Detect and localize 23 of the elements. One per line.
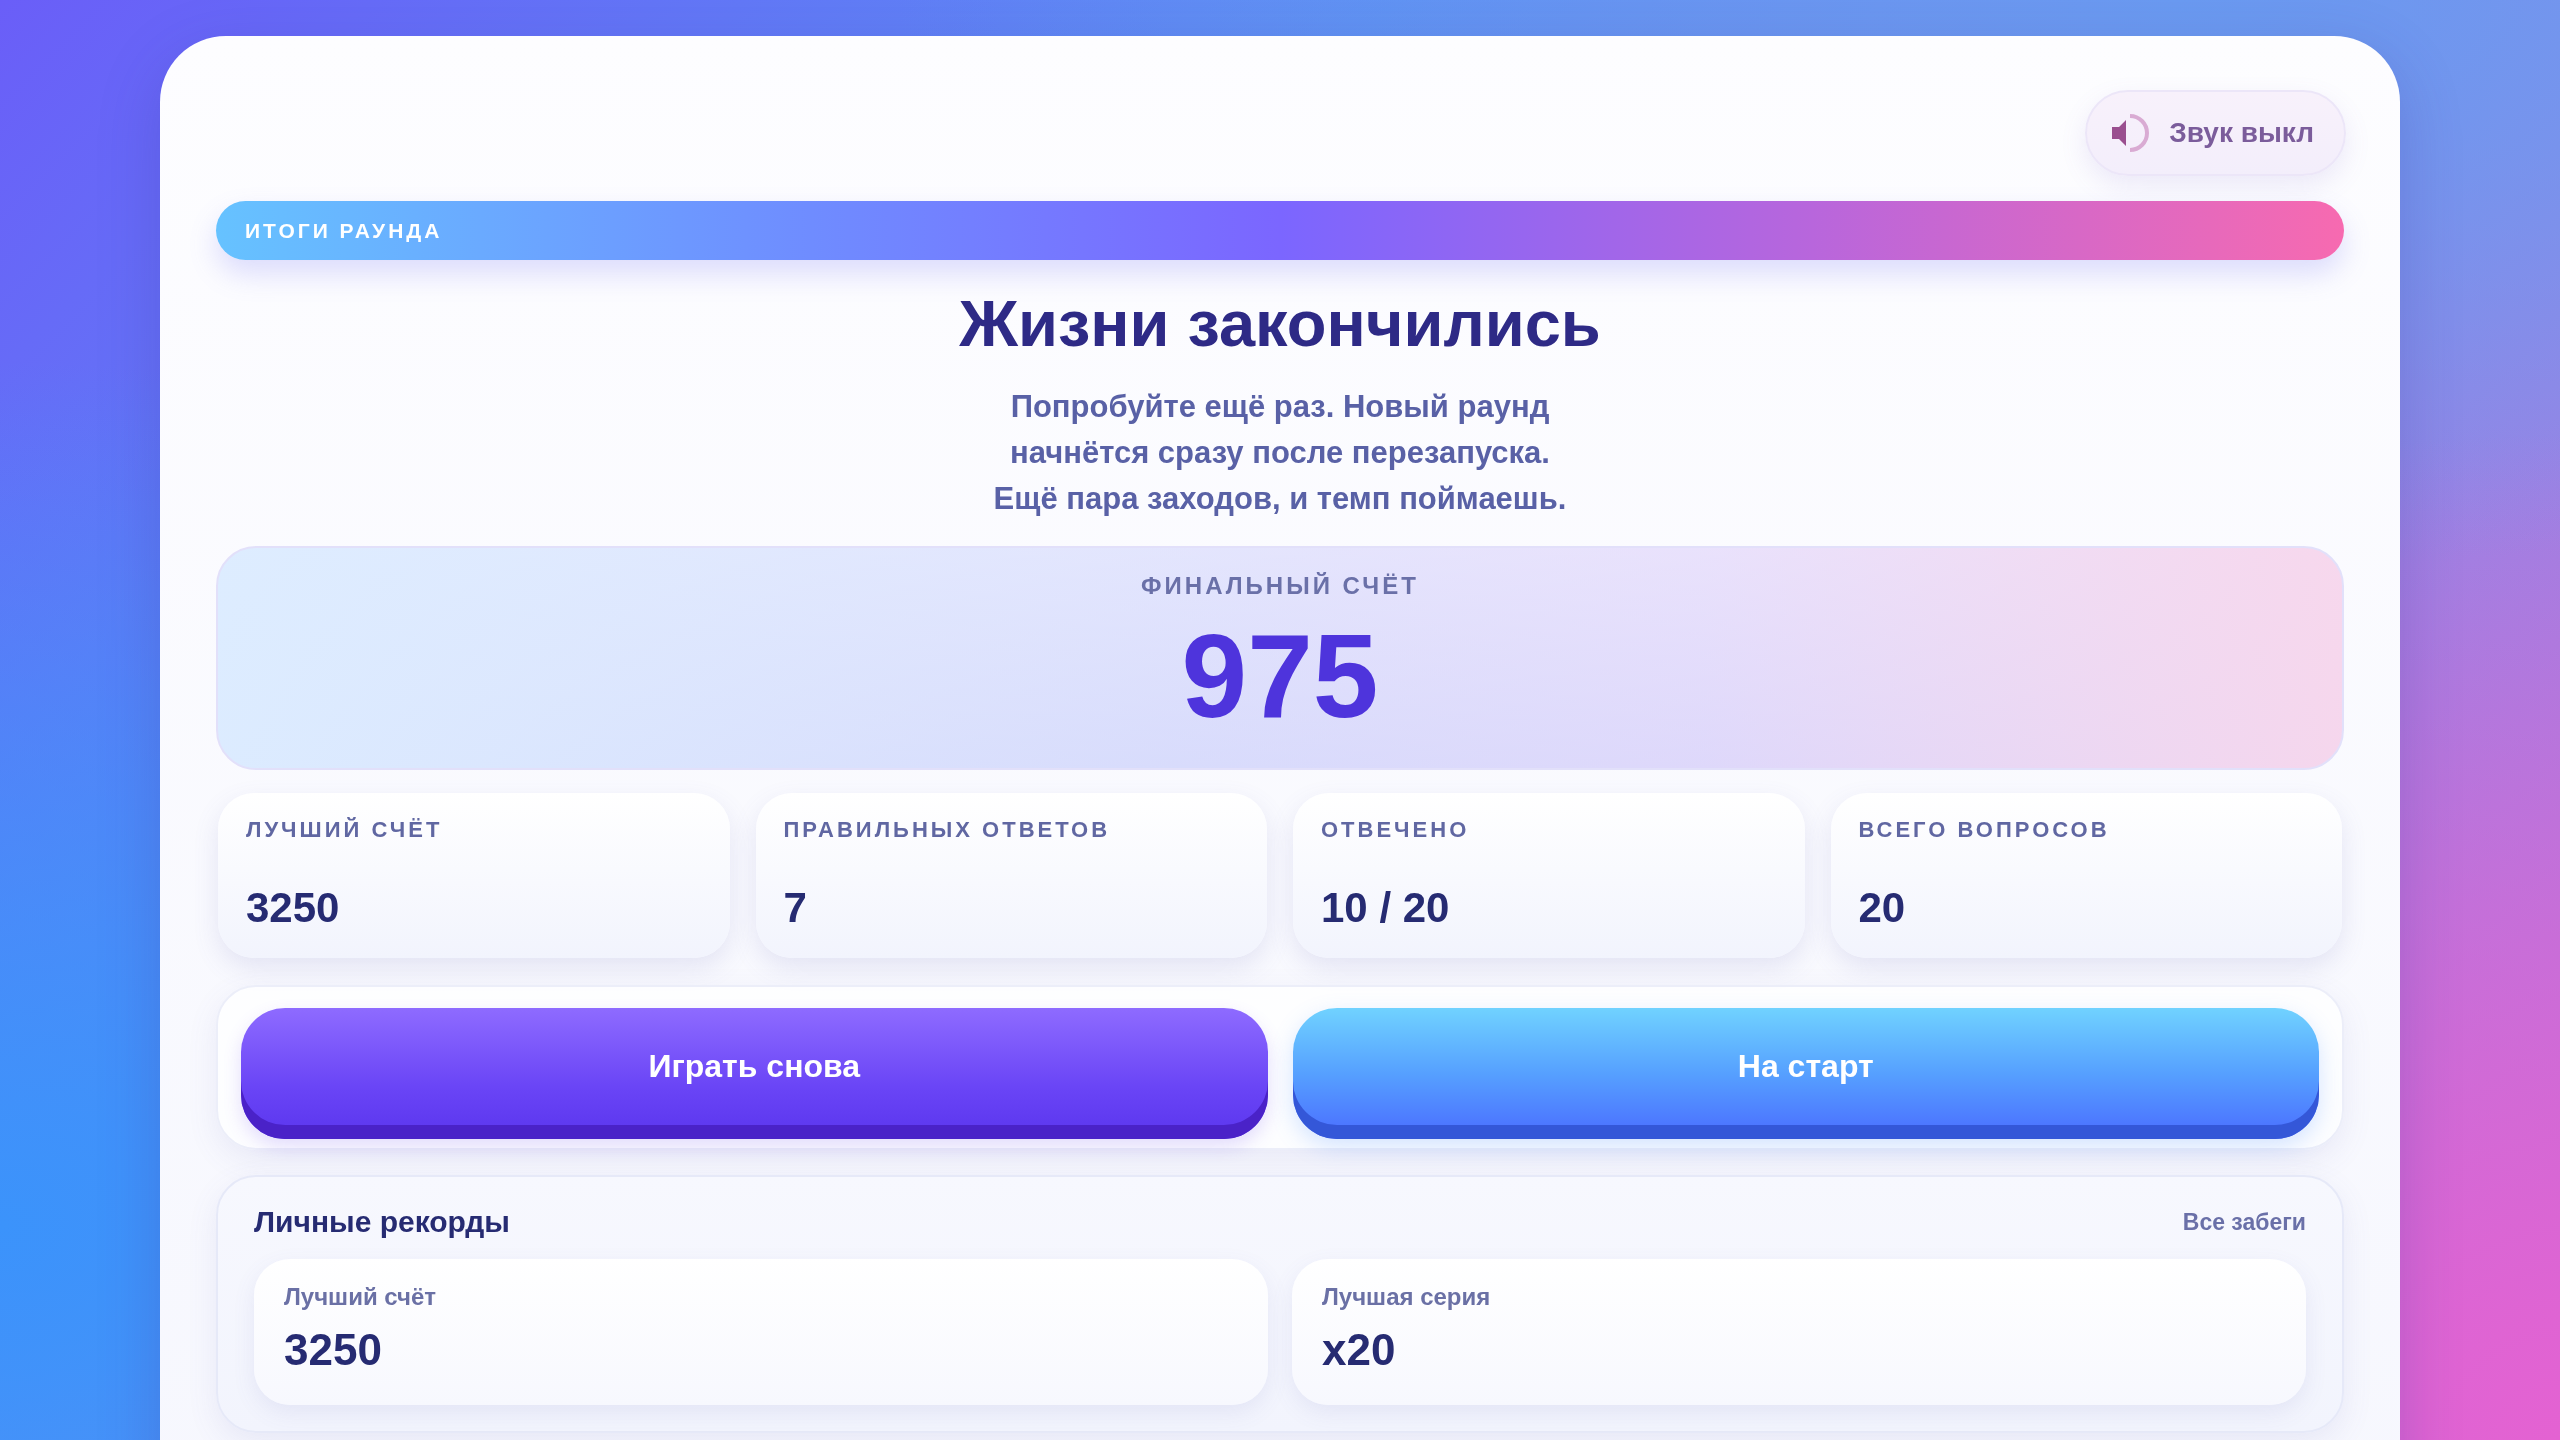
stat-value: 7 <box>783 884 808 932</box>
sound-toggle-button[interactable]: Звук выкл <box>2085 90 2346 176</box>
stat-value: 20 <box>1858 884 1907 932</box>
stat-label: ПРАВИЛЬНЫХ ОТВЕТОВ <box>783 817 1112 843</box>
record-value: x20 <box>1322 1325 1397 1375</box>
all-runs-link[interactable]: Все забеги <box>2182 1208 2306 1236</box>
stat-value: 3250 <box>246 884 341 932</box>
record-value: 3250 <box>284 1325 383 1375</box>
stat-label: ОТВЕЧЕНО <box>1321 817 1471 843</box>
stat-label: ЛУЧШИЙ СЧЁТ <box>246 817 444 843</box>
final-score-label: ФИНАЛЬНЫЙ СЧЁТ <box>1141 572 1419 600</box>
record-label: Лучший счёт <box>284 1283 438 1311</box>
records-title: Личные рекорды <box>254 1205 510 1239</box>
record-label: Лучшая серия <box>1322 1283 1492 1311</box>
results-message: Попробуйте ещё раз. Новый раунд начнётся сразу после перезапуска. Ещё пара заходов, и темп поймаешь. <box>992 388 1568 518</box>
results-title: Жизни закончились <box>958 288 1602 360</box>
final-score-value: 975 <box>1181 616 1379 736</box>
speaker-icon <box>2111 114 2150 152</box>
section-banner: ИТОГИ РАУНДА <box>216 201 2344 260</box>
stat-value: 10 / 20 <box>1321 884 1451 932</box>
action-button[interactable]: На старт <box>1292 1008 2319 1139</box>
stat-label: ВСЕГО ВОПРОСОВ <box>1858 817 2111 843</box>
action-button[interactable]: Играть снова <box>241 1008 1268 1139</box>
